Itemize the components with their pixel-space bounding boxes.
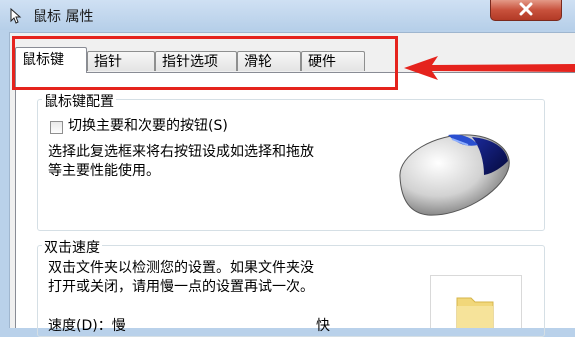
double-click-description: 打开或关闭，请用慢一点的设置再试一次。 — [48, 279, 314, 295]
button-config-title: 鼠标键配置 — [42, 91, 116, 111]
close-icon — [519, 2, 533, 16]
swap-buttons-checkbox[interactable] — [50, 121, 63, 134]
window-title: 鼠标 属性 — [33, 9, 94, 25]
title-bar[interactable]: 鼠标 属性 — [0, 0, 575, 30]
double-click-test-area[interactable] — [430, 275, 522, 329]
button-config-description: 选择此复选框来将右按钮设成如选择和拖放 — [48, 144, 314, 160]
annotation-arrow-icon — [404, 56, 575, 80]
double-click-description: 双击文件夹以检测您的设置。如果文件夹没 — [48, 260, 314, 276]
swap-buttons-label[interactable]: 切换主要和次要的按钮(S) — [68, 117, 228, 136]
close-button[interactable] — [490, 0, 562, 21]
annotation-highlight-box — [12, 36, 398, 90]
double-click-title: 双击速度 — [42, 237, 102, 257]
mouse-pointer-icon — [10, 7, 22, 24]
mouse-illustration — [380, 115, 527, 230]
mouse-icon — [399, 134, 510, 216]
folder-icon — [456, 297, 494, 329]
button-config-description: 等主要性能使用。 — [48, 163, 160, 179]
